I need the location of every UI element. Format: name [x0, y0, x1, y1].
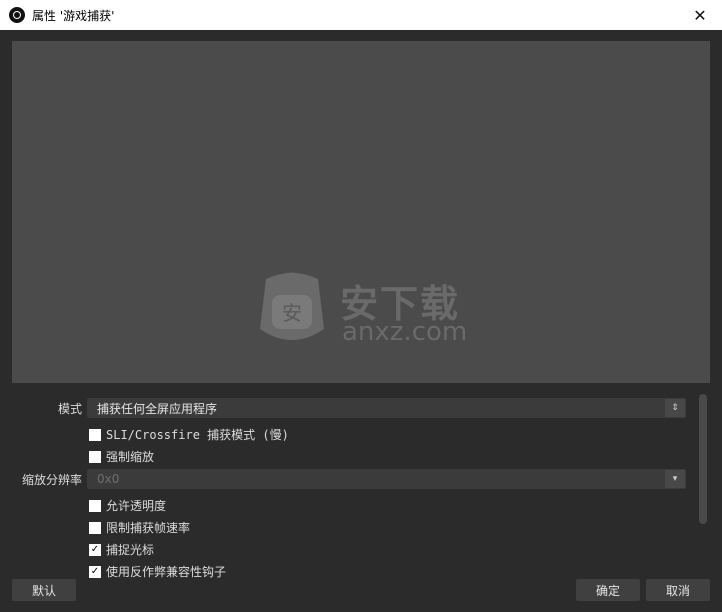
checkbox-box[interactable]	[89, 521, 101, 534]
mode-value: 捕获任何全屏应用程序	[97, 401, 218, 416]
title-bar: 属性 '游戏捕获' ✕	[0, 0, 722, 30]
checkbox-label: 捕捉光标	[106, 543, 155, 557]
checkbox-label: 使用反作弊兼容性钩子	[106, 565, 227, 579]
scale-select[interactable]: 0x0 ▾	[87, 469, 686, 489]
properties-scrollbar[interactable]	[697, 392, 709, 526]
checkbox-capture-cursor[interactable]: ✓ 捕捉光标	[89, 541, 154, 558]
checkbox-label: 强制缩放	[106, 450, 155, 464]
watermark-site: anxz.com	[342, 317, 468, 347]
checkbox-transparency[interactable]: 允许透明度	[89, 497, 166, 514]
mode-row: 模式	[0, 397, 88, 419]
watermark-logo: 安 安下载 anxz.com	[252, 267, 492, 357]
shield-bag-icon: 安	[260, 272, 324, 340]
mode-label: 模式	[57, 401, 82, 416]
updown-icon: ⇕	[665, 399, 685, 417]
cancel-button[interactable]: 取消	[646, 579, 710, 601]
checkbox-label: 允许透明度	[106, 499, 167, 513]
ok-button[interactable]: 确定	[576, 579, 640, 601]
defaults-button[interactable]: 默认	[12, 579, 76, 601]
chevron-down-icon: ▾	[665, 470, 685, 488]
checkbox-label: SLI/Crossfire 捕获模式 (慢)	[106, 428, 289, 442]
close-button[interactable]: ✕	[678, 0, 722, 30]
checkbox-box[interactable]	[89, 428, 101, 441]
checkbox-box[interactable]	[89, 499, 101, 512]
checkbox-limit-fps[interactable]: 限制捕获帧速率	[89, 519, 190, 536]
window-title: 属性 '游戏捕获'	[32, 8, 115, 23]
scroll-thumb[interactable]	[699, 394, 707, 524]
scale-row: 缩放分辨率	[0, 468, 88, 490]
svg-text:安: 安	[282, 301, 302, 325]
checkbox-sli[interactable]: SLI/Crossfire 捕获模式 (慢)	[89, 426, 289, 443]
dialog-body: 安 安下载 anxz.com 模式 捕获任何全屏应用程序 ⇕ SLI/Cross…	[0, 30, 722, 612]
scale-label: 缩放分辨率	[21, 472, 82, 487]
checkbox-force-scale[interactable]: 强制缩放	[89, 448, 154, 465]
checkbox-box[interactable]: ✓	[89, 565, 101, 578]
mode-select[interactable]: 捕获任何全屏应用程序 ⇕	[87, 398, 686, 418]
obs-icon	[9, 7, 25, 23]
checkbox-box[interactable]	[89, 450, 101, 463]
checkbox-anticheat[interactable]: ✓ 使用反作弊兼容性钩子	[89, 563, 226, 580]
source-preview: 安 安下载 anxz.com	[12, 41, 710, 383]
scale-value: 0x0	[97, 472, 120, 486]
checkbox-label: 限制捕获帧速率	[106, 521, 191, 535]
checkbox-box[interactable]: ✓	[89, 543, 101, 556]
